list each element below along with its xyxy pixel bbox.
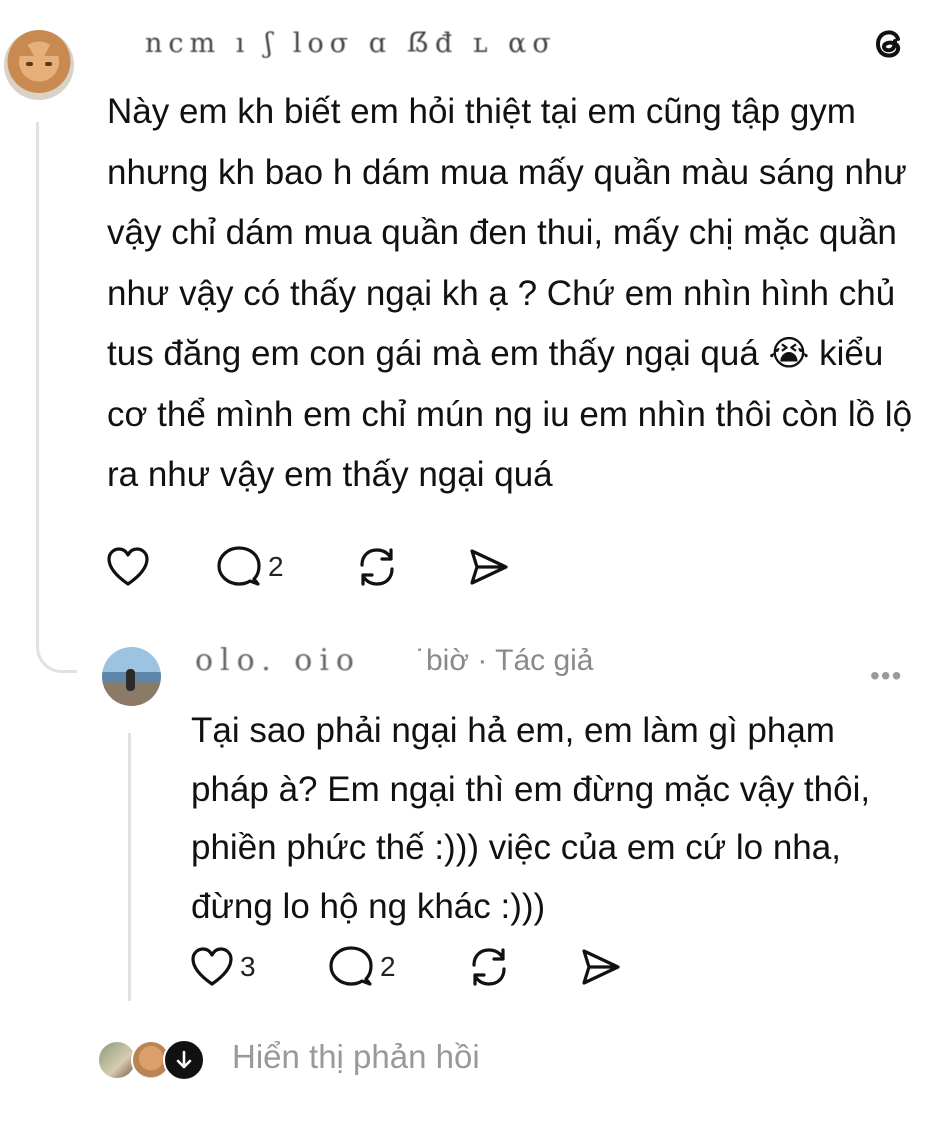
like-button[interactable]: 3 — [190, 946, 328, 988]
share-button[interactable] — [466, 545, 512, 589]
reply-count: 2 — [268, 551, 284, 582]
repost-button[interactable] — [354, 545, 466, 589]
repost-icon — [472, 948, 506, 986]
share-icon — [582, 949, 620, 985]
cat-eye — [26, 62, 33, 66]
heart-icon — [191, 947, 233, 986]
cat-ear — [16, 40, 34, 56]
reply-header: olo. oio ˙biờ · Tác giả — [195, 643, 594, 678]
threads-logo-icon[interactable] — [868, 22, 912, 66]
cat-ear — [44, 40, 62, 56]
avatar-figure — [126, 669, 135, 691]
comment-text: Này em kh biết em hỏi thiệt tại em cũng … — [107, 92, 913, 494]
heart-icon — [107, 547, 149, 586]
cat-eye — [45, 62, 52, 66]
arrow-down-icon — [163, 1039, 205, 1081]
reply-thread-line — [128, 733, 131, 1001]
comment-icon — [217, 546, 261, 586]
reply-meta: ˙biờ · Tác giả — [415, 644, 594, 677]
like-button[interactable] — [106, 546, 216, 588]
reply-avatar[interactable] — [102, 647, 161, 706]
replier-avatars[interactable] — [97, 1039, 207, 1081]
reply-text: Tại sao phải ngại hả em, em làm gì phạm … — [191, 711, 871, 926]
comment-icon — [329, 946, 373, 986]
reply-button[interactable]: 2 — [328, 945, 466, 989]
comment-username[interactable]: ncm ı ʃ loσ ɑ ẞđ ʟ ασ — [145, 28, 557, 59]
repost-button[interactable] — [466, 945, 578, 989]
repost-icon — [360, 548, 394, 586]
thread-line — [36, 122, 77, 673]
more-options-button[interactable]: ••• — [870, 660, 902, 692]
reply-username[interactable]: olo. oio — [195, 643, 361, 678]
share-icon — [470, 549, 508, 585]
reply-actions: 3 2 — [190, 945, 624, 989]
comment-actions: 2 — [106, 545, 512, 589]
avatar[interactable] — [4, 30, 74, 100]
show-replies-link[interactable]: Hiển thị phản hồi — [232, 1038, 480, 1076]
share-button[interactable] — [578, 945, 624, 989]
reply-count: 2 — [380, 951, 396, 982]
reply-button[interactable]: 2 — [216, 545, 354, 589]
like-count: 3 — [240, 951, 256, 982]
